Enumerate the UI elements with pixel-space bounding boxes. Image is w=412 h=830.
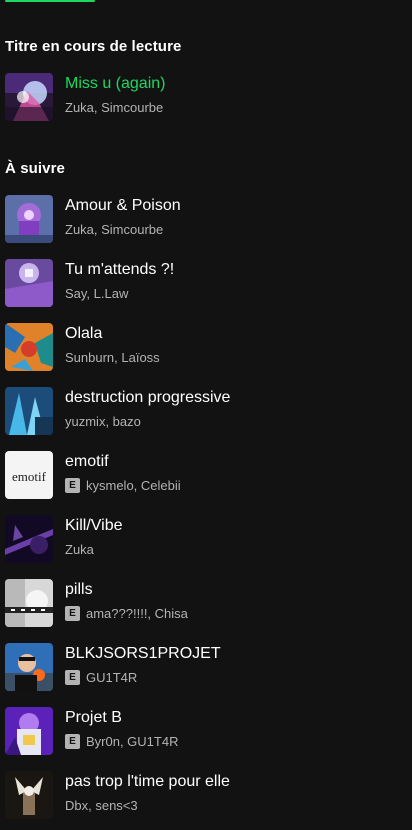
track-subtitle: E Byr0n, GU1T4R	[65, 733, 178, 749]
queue-item[interactable]: emotif emotif E kysmelo, Celebii	[0, 446, 412, 504]
track-title: pas trop l'time pour elle	[65, 773, 230, 790]
queue-item[interactable]: Kill/Vibe Zuka	[0, 510, 412, 568]
queue-item[interactable]: Amour & Poison Zuka, Simcourbe	[0, 190, 412, 248]
queue-item[interactable]: Tu m'attends ?! Say, L.Law	[0, 254, 412, 312]
track-artists: Dbx, sens<3	[65, 797, 138, 813]
track-artists: Zuka, Simcourbe	[65, 99, 164, 115]
track-artists: Sunburn, Laïoss	[65, 349, 160, 365]
track-artists: GU1T4R	[86, 669, 138, 685]
explicit-badge: E	[65, 477, 80, 493]
track-subtitle: Say, L.Law	[65, 285, 128, 301]
track-subtitle: E GU1T4R	[65, 669, 137, 685]
track-artists: Byr0n, GU1T4R	[86, 733, 179, 749]
track-title: Projet B	[65, 709, 122, 726]
album-cover: emotif	[5, 451, 53, 499]
queue-item[interactable]: Olala Sunburn, Laïoss	[0, 318, 412, 376]
album-cover	[5, 323, 53, 371]
queue-item[interactable]: pas trop l'time pour elle Dbx, sens<3	[0, 766, 412, 824]
album-cover	[5, 73, 53, 121]
queue-item[interactable]: Projet B E Byr0n, GU1T4R	[0, 702, 412, 760]
track-subtitle: Zuka	[65, 541, 94, 557]
album-cover	[5, 707, 53, 755]
track-artists: yuzmix, bazo	[65, 413, 141, 429]
album-cover	[5, 259, 53, 307]
now-playing-heading: Titre en cours de lecture	[5, 38, 182, 55]
album-cover	[5, 579, 53, 627]
track-subtitle: yuzmix, bazo	[65, 413, 141, 429]
track-title: BLKJSORS1PROJET	[65, 645, 221, 662]
album-cover	[5, 515, 53, 563]
queue-item[interactable]: pills E ama???!!!!, Chisa	[0, 574, 412, 632]
track-title: Kill/Vibe	[65, 517, 123, 534]
track-subtitle: E kysmelo, Celebii	[65, 477, 181, 493]
track-subtitle: Zuka, Simcourbe	[65, 99, 163, 115]
explicit-badge: E	[65, 669, 80, 685]
track-artists: ama???!!!!, Chisa	[86, 605, 188, 621]
now-playing-track[interactable]: Miss u (again) Zuka, Simcourbe	[0, 68, 412, 126]
queue-item[interactable]: destruction progressive yuzmix, bazo	[0, 382, 412, 440]
track-title: destruction progressive	[65, 389, 231, 406]
explicit-badge: E	[65, 733, 80, 749]
track-artists: kysmelo, Celebii	[86, 477, 181, 493]
track-artists: Zuka, Simcourbe	[65, 221, 164, 237]
album-cover	[5, 387, 53, 435]
track-subtitle: Sunburn, Laïoss	[65, 349, 160, 365]
queue-item[interactable]: BLKJSORS1PROJET E GU1T4R	[0, 638, 412, 696]
track-title: Tu m'attends ?!	[65, 261, 175, 278]
track-subtitle: E ama???!!!!, Chisa	[65, 605, 188, 621]
track-title: Miss u (again)	[65, 75, 166, 92]
track-title: emotif	[65, 453, 109, 470]
track-title: Amour & Poison	[65, 197, 181, 214]
track-title: Olala	[65, 325, 103, 342]
track-artists: Zuka	[65, 541, 94, 557]
album-cover	[5, 195, 53, 243]
track-subtitle: Dbx, sens<3	[65, 797, 138, 813]
track-title: pills	[65, 581, 93, 598]
album-cover	[5, 643, 53, 691]
track-subtitle: Zuka, Simcourbe	[65, 221, 163, 237]
album-cover-text: emotif	[12, 469, 47, 484]
up-next-heading: À suivre	[5, 160, 65, 177]
track-artists: Say, L.Law	[65, 285, 129, 301]
top-accent-bar	[5, 0, 95, 2]
album-cover	[5, 771, 53, 819]
explicit-badge: E	[65, 605, 80, 621]
